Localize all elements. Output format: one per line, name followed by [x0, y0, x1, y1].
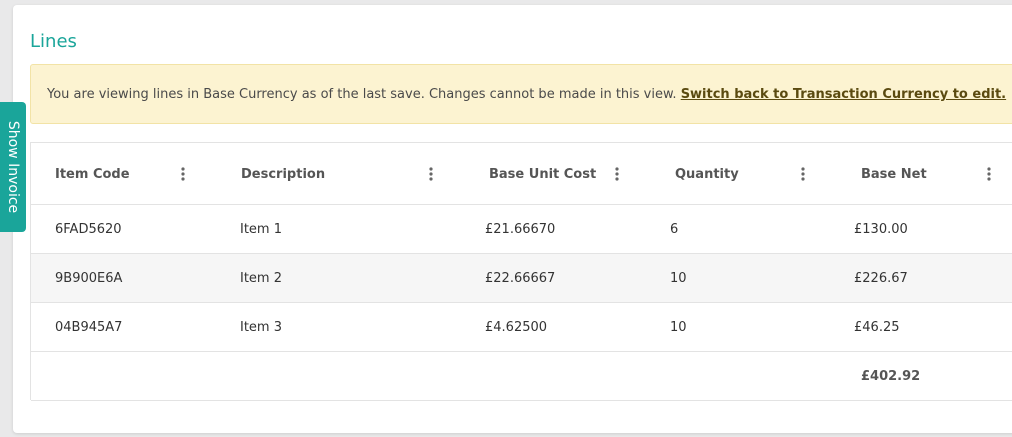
- column-header-description[interactable]: Description: [241, 143, 325, 205]
- column-menu-icon[interactable]: [423, 143, 439, 205]
- table-total-row: £402.92: [31, 352, 1012, 401]
- table-row[interactable]: 04B945A7 Item 3 £4.62500 10 £46.25: [31, 303, 1012, 352]
- base-unit-cost-cell: £22.66667: [485, 270, 556, 286]
- base-net-cell: £46.25: [854, 319, 900, 335]
- column-header-item-code[interactable]: Item Code: [55, 143, 130, 205]
- base-net-cell: £130.00: [854, 221, 908, 237]
- base-unit-cost-cell: £21.66670: [485, 221, 556, 237]
- table-row[interactable]: 6FAD5620 Item 1 £21.66670 6 £130.00: [31, 205, 1012, 254]
- base-net-total: £402.92: [861, 368, 921, 384]
- table-header: Item Code Description Base Unit Cost Qua…: [31, 143, 1012, 205]
- description-cell: Item 1: [240, 221, 282, 237]
- column-menu-icon[interactable]: [175, 143, 191, 205]
- quantity-cell: 6: [670, 221, 679, 237]
- notice-text: You are viewing lines in Base Currency a…: [47, 87, 681, 102]
- switch-currency-link[interactable]: Switch back to Transaction Currency to e…: [681, 87, 1006, 102]
- item-code-cell: 04B945A7: [55, 319, 123, 335]
- base-net-cell: £226.67: [854, 270, 908, 286]
- column-header-base-net[interactable]: Base Net: [861, 143, 927, 205]
- column-header-base-unit-cost[interactable]: Base Unit Cost: [489, 143, 596, 205]
- show-invoice-label: Show Invoice: [5, 120, 21, 214]
- quantity-cell: 10: [670, 319, 687, 335]
- lines-table: Item Code Description Base Unit Cost Qua…: [30, 142, 1012, 401]
- table-row[interactable]: 9B900E6A Item 2 £22.66667 10 £226.67: [31, 254, 1012, 303]
- base-currency-notice: You are viewing lines in Base Currency a…: [30, 64, 1012, 124]
- item-code-cell: 9B900E6A: [55, 270, 123, 286]
- section-title: Lines: [30, 31, 77, 52]
- column-menu-icon[interactable]: [795, 143, 811, 205]
- column-menu-icon[interactable]: [609, 143, 625, 205]
- description-cell: Item 3: [240, 319, 282, 335]
- show-invoice-tab[interactable]: Show Invoice: [0, 102, 26, 232]
- description-cell: Item 2: [240, 270, 282, 286]
- quantity-cell: 10: [670, 270, 687, 286]
- column-menu-icon[interactable]: [981, 143, 997, 205]
- base-unit-cost-cell: £4.62500: [485, 319, 548, 335]
- column-header-quantity[interactable]: Quantity: [675, 143, 739, 205]
- item-code-cell: 6FAD5620: [55, 221, 122, 237]
